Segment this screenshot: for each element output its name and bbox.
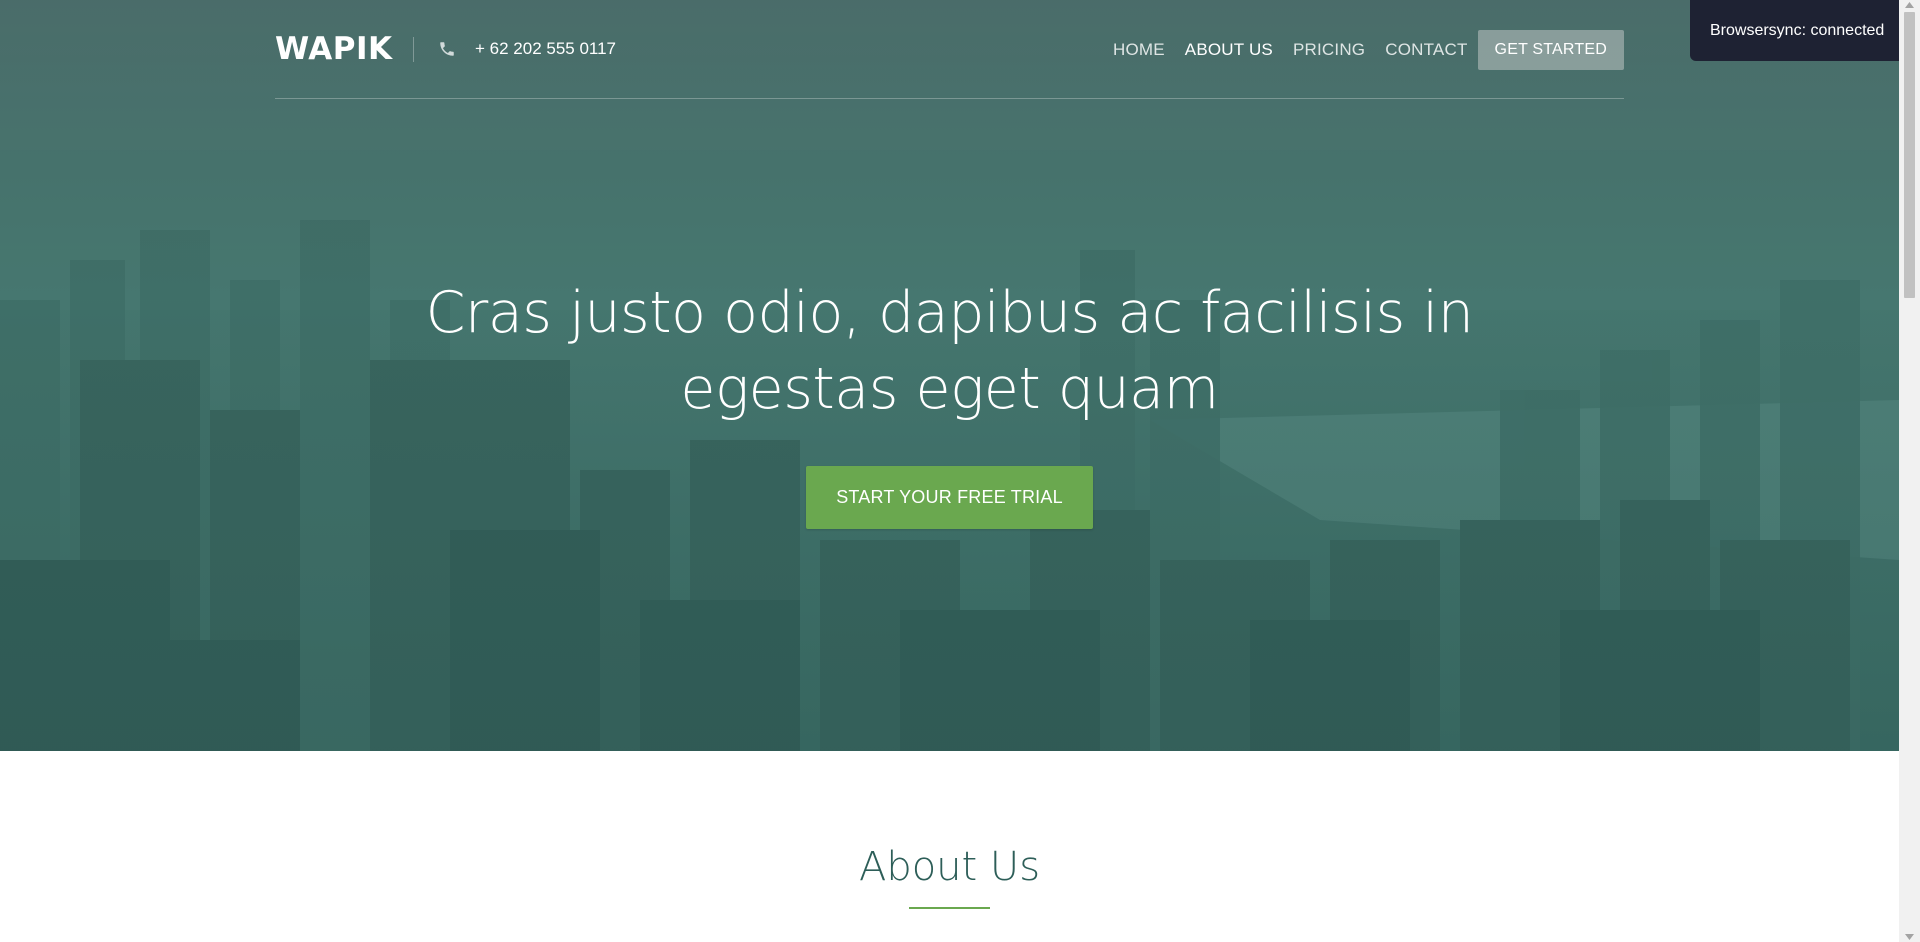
hero-headline: Cras justo odio, dapibus ac facilisis in… <box>0 275 1899 427</box>
scroll-up-arrow-icon[interactable] <box>1905 2 1914 8</box>
hero-headline-line-1: Cras justo odio, dapibus ac facilisis in <box>425 280 1474 346</box>
page-scrollbar[interactable] <box>1899 0 1920 942</box>
about-title-underline <box>909 907 990 909</box>
nav-pricing[interactable]: PRICING <box>1293 39 1365 61</box>
nav-home[interactable]: HOME <box>1113 39 1165 61</box>
header-divider <box>413 37 414 62</box>
site-header: WAPIK + 62 202 555 0117 HOME ABOUT US PR… <box>275 0 1624 99</box>
nav-contact[interactable]: CONTACT <box>1385 39 1467 61</box>
about-us-title: About Us <box>858 844 1041 890</box>
nav-about-us[interactable]: ABOUT US <box>1185 39 1273 61</box>
scrollbar-thumb[interactable] <box>1904 12 1915 298</box>
main-nav: HOME ABOUT US PRICING CONTACT GET STARTE… <box>1113 30 1624 70</box>
site-logo[interactable]: WAPIK <box>275 31 393 67</box>
browsersync-notification: Browsersync: connected <box>1690 0 1899 61</box>
get-started-button[interactable]: GET STARTED <box>1477 30 1624 70</box>
phone-number[interactable]: + 62 202 555 0117 <box>475 38 616 60</box>
hero-headline-line-2: egestas eget quam <box>680 356 1219 422</box>
hero-section: WAPIK + 62 202 555 0117 HOME ABOUT US PR… <box>0 0 1899 751</box>
scroll-down-arrow-icon[interactable] <box>1905 934 1914 940</box>
start-free-trial-button[interactable]: START YOUR FREE TRIAL <box>806 466 1093 529</box>
phone-icon <box>440 42 454 56</box>
